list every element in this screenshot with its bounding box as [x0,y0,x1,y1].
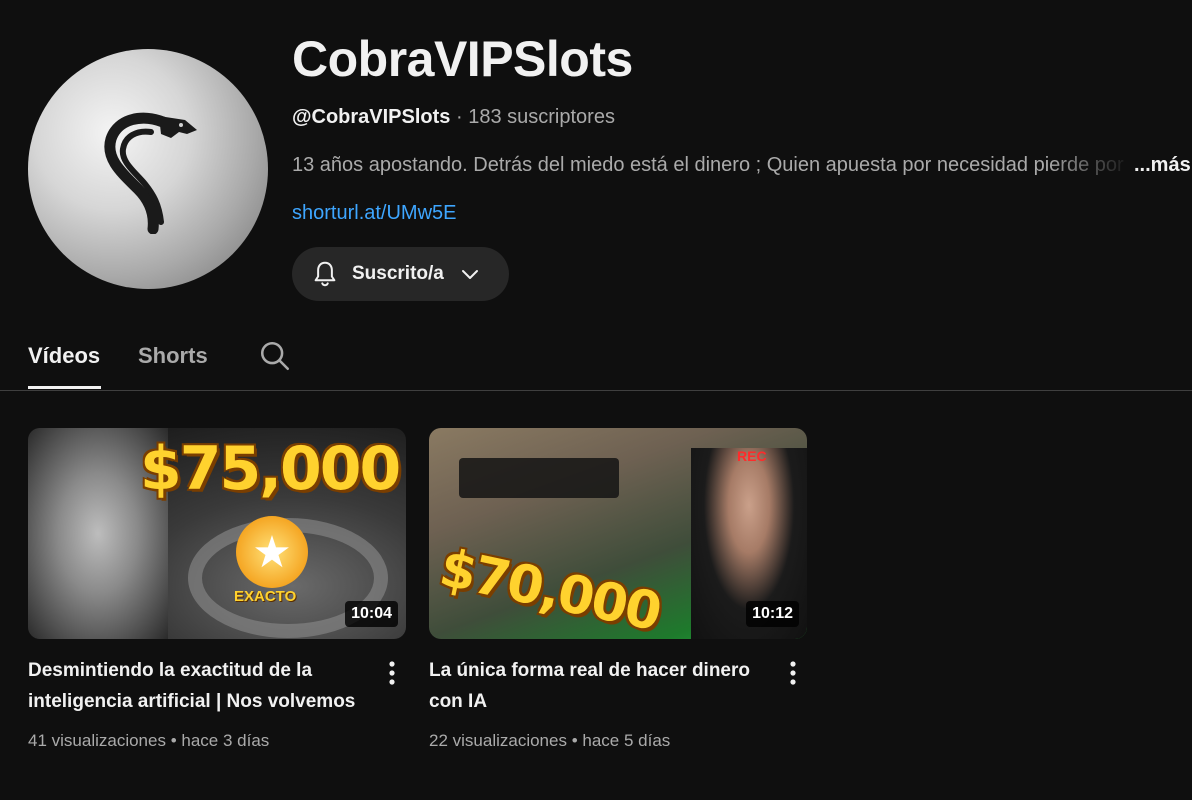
thumbnail-badge: EXACTO [234,588,297,605]
video-title-row: Desmintiendo la exactitud de la intelige… [28,655,406,717]
video-thumbnail[interactable]: ★ $75,000 EXACTO 10:04 [28,428,406,639]
subscribed-button[interactable]: Suscrito/a [292,247,509,301]
thumbnail-amount: $70,000 [434,538,665,639]
stats-separator: • [566,731,583,750]
tab-shorts[interactable]: Shorts [138,343,208,369]
channel-description[interactable]: 13 años apostando. Detrás del miedo está… [292,154,1192,182]
video-thumbnail[interactable]: REC $70,000 10:12 [429,428,807,639]
more-vert-icon[interactable] [781,659,805,687]
description-text: 13 años apostando. Detrás del miedo está… [292,154,1124,176]
channel-avatar[interactable] [28,49,268,289]
video-stats: 22 visualizaciones • hace 5 días [429,731,807,751]
channel-meta: @CobraVIPSlots · 183 suscriptores [292,106,615,129]
cobra-logo-icon [104,112,197,234]
channel-handle: @CobraVIPSlots [292,106,451,128]
video-title[interactable]: La única forma real de hacer dinero con … [429,655,769,717]
upload-age: hace 3 días [181,731,270,750]
star-icon: ★ [236,516,308,588]
video-duration: 10:04 [345,601,398,627]
video-card[interactable]: REC $70,000 10:12 La única forma real de… [429,428,807,751]
chevron-down-icon [461,270,478,279]
subscribed-label: Suscrito/a [352,263,444,284]
tab-videos[interactable]: Vídeos [28,343,100,369]
view-count: 41 visualizaciones [28,731,166,750]
thumbnail-amount: $75,000 [140,434,401,504]
video-duration: 10:12 [746,601,799,627]
channel-tabs: Vídeos Shorts [0,320,1192,391]
more-link[interactable]: ...más [1134,154,1191,177]
channel-page: CobraVIPSlots @CobraVIPSlots · 183 suscr… [0,0,1192,800]
meta-separator: · [450,106,469,128]
more-vert-icon[interactable] [380,659,404,687]
active-tab-indicator [28,386,101,389]
thumbnail-roulette-panel [459,458,619,498]
video-title-row: La única forma real de hacer dinero con … [429,655,807,717]
video-card[interactable]: ★ $75,000 EXACTO 10:04 Desmintiendo la e… [28,428,406,751]
channel-link[interactable]: shorturl.at/UMw5E [292,202,457,225]
upload-age: hace 5 días [582,731,671,750]
channel-title: CobraVIPSlots [292,31,633,87]
view-count: 22 visualizaciones [429,731,567,750]
video-title[interactable]: Desmintiendo la exactitud de la intelige… [28,655,368,717]
thumbnail-badge: REC [737,448,767,464]
subscriber-count: 183 suscriptores [468,106,615,128]
stats-separator: • [165,731,182,750]
search-icon[interactable] [258,339,292,373]
video-stats: 41 visualizaciones • hace 3 días [28,731,406,751]
bell-icon [314,261,336,287]
